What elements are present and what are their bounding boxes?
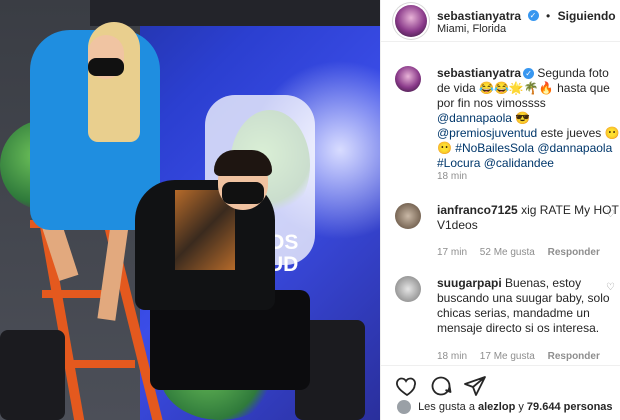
caption-username[interactable]: sebastianyatra: [437, 66, 521, 80]
post-location[interactable]: Miami, Florida: [437, 23, 506, 35]
comment-item: ianfranco7125 xig RATE My HOT V1deos ♡ 1…: [381, 195, 620, 265]
comment-time[interactable]: 18 min: [437, 351, 467, 362]
mention-link[interactable]: @calidandee: [484, 156, 554, 170]
liker-avatar[interactable]: [397, 400, 411, 414]
mention-link[interactable]: @dannapaola: [437, 111, 512, 125]
separator-dot: •: [545, 9, 551, 23]
comment-icon[interactable]: [429, 374, 453, 398]
likes-mid: y: [518, 400, 524, 413]
author-avatar[interactable]: [395, 5, 427, 37]
comment-like-icon[interactable]: ♡: [606, 209, 615, 220]
likes-prefix: Les gusta a: [418, 400, 475, 413]
caption-avatar[interactable]: [395, 66, 421, 92]
caption-emoji: 😂😂🌟🌴🔥: [479, 81, 554, 95]
mention-link[interactable]: @premiosjuventud: [437, 126, 537, 140]
liker-username[interactable]: alezlop: [478, 401, 515, 413]
likes-count[interactable]: 79.644 personas: [527, 401, 613, 413]
comment-likes[interactable]: 52 Me gusta: [480, 247, 535, 258]
action-bar: [381, 365, 620, 403]
author-username[interactable]: sebastianyatra: [437, 9, 521, 23]
hashtag-link[interactable]: #Locura: [437, 156, 480, 170]
comment-text: ianfranco7125 xig RATE My HOT V1deos: [437, 203, 620, 233]
caption-emoji: 😎: [515, 111, 531, 125]
commenter-username[interactable]: ianfranco7125: [437, 203, 518, 217]
comment-like-icon[interactable]: ♡: [606, 282, 615, 293]
person-hair: [214, 150, 272, 176]
caption: sebastianyatra ✓ Segunda foto de vida 😂😂🌟…: [381, 58, 620, 188]
caption-text: sebastianyatra ✓ Segunda foto de vida 😂😂🌟…: [437, 66, 620, 171]
following-button[interactable]: Siguiendo: [558, 9, 616, 23]
commenter-avatar[interactable]: [395, 203, 421, 229]
heart-icon[interactable]: [395, 374, 419, 398]
reply-button[interactable]: Responder: [548, 247, 600, 258]
share-icon[interactable]: [463, 374, 487, 398]
verified-badge-icon: ✓: [523, 68, 535, 80]
post-photo[interactable]: OS UD: [0, 0, 380, 420]
comment-meta: 18 min 17 Me gusta Responder: [437, 351, 610, 362]
caption-meta: 18 min: [437, 171, 477, 182]
post-header: sebastianyatra ✓ • Siguiendo Miami, Flor…: [381, 0, 620, 42]
commenter-username[interactable]: suugarpapi: [437, 276, 502, 290]
photo-ceiling: [90, 0, 380, 26]
likes-summary: Les gusta a alezlop y 79.644 personas: [397, 400, 613, 414]
comment-likes[interactable]: 17 Me gusta: [480, 351, 535, 362]
hashtag-link[interactable]: #NoBailesSola: [455, 141, 534, 155]
verified-badge-icon: ✓: [527, 10, 539, 22]
comment-time[interactable]: 17 min: [437, 247, 467, 258]
comment-text: suugarpapi Buenas, estoy buscando una su…: [437, 276, 620, 336]
mention-link[interactable]: @dannapaola: [537, 141, 612, 155]
commenter-avatar[interactable]: [395, 276, 421, 302]
comment-meta: 17 min 52 Me gusta Responder: [437, 247, 610, 258]
caption-part: este jueves: [540, 126, 602, 140]
reply-button[interactable]: Responder: [548, 351, 600, 362]
ladder-step: [55, 360, 135, 368]
person-mask: [88, 58, 124, 76]
post-side-panel: sebastianyatra ✓ • Siguiendo Miami, Flor…: [380, 0, 620, 420]
comment-item: suugarpapi Buenas, estoy buscando una su…: [381, 268, 620, 363]
photo-chair: [0, 330, 65, 420]
caption-time[interactable]: 18 min: [437, 171, 467, 182]
person-mask: [222, 182, 264, 204]
